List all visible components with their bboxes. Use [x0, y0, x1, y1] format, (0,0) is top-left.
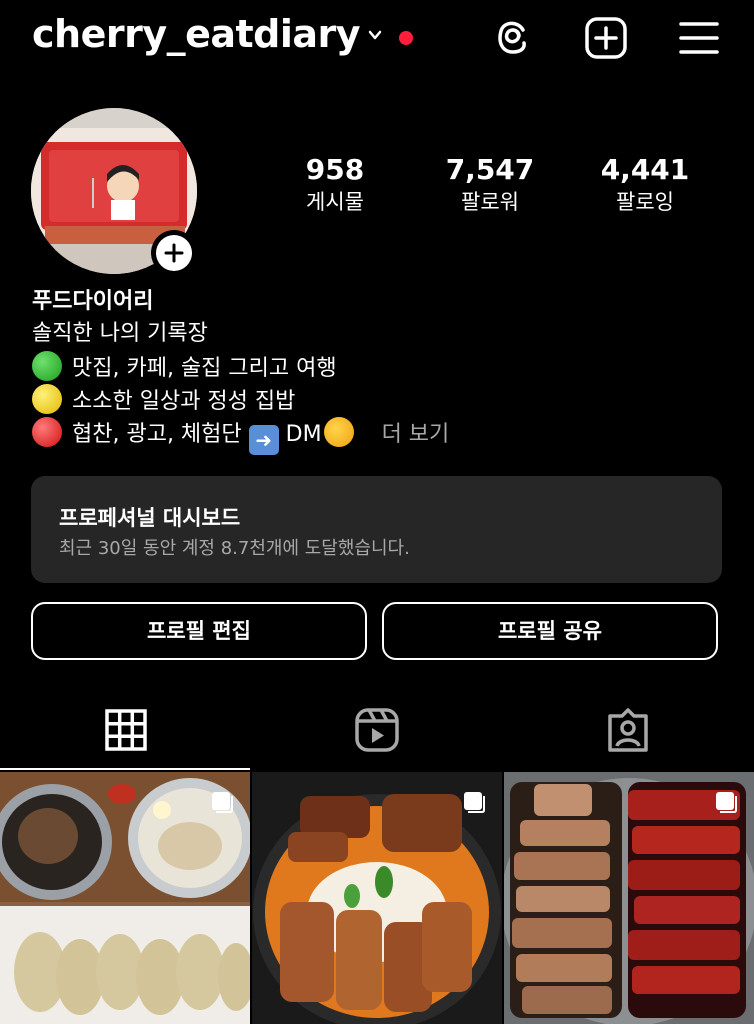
- followers-label: 팔로워: [461, 190, 519, 214]
- menu-icon[interactable]: [677, 16, 721, 60]
- multiple-images-icon: [212, 792, 233, 813]
- add-story-button[interactable]: [151, 230, 197, 276]
- grid-tab-icon[interactable]: [102, 706, 150, 754]
- edit-profile-button[interactable]: 프로필 편집: [31, 602, 367, 660]
- followers-stat[interactable]: 7,547 팔로워: [415, 152, 565, 216]
- right-arrow-icon: ➜: [248, 425, 279, 455]
- bio-dm-text: DM: [285, 422, 322, 447]
- professional-dashboard[interactable]: 프로페셔널 대시보드 최근 30일 동안 계정 8.7천개에 도달했습니다.: [31, 476, 722, 583]
- dashboard-title: 프로페셔널 대시보드: [59, 506, 241, 530]
- bio-line-4: 협찬, 광고, 체험단 ➜ DM 더 보기: [32, 417, 449, 455]
- following-label: 팔로잉: [616, 190, 674, 214]
- notification-dot: [399, 31, 413, 45]
- smiling-face-hearts-icon: [323, 417, 354, 447]
- yellow-circle-icon: [32, 384, 62, 414]
- active-tab-indicator: [0, 768, 250, 770]
- share-profile-button[interactable]: 프로필 공유: [382, 602, 718, 660]
- green-circle-icon: [32, 351, 62, 381]
- post-thumbnail-2[interactable]: [252, 772, 502, 1024]
- plus-icon: [164, 243, 184, 263]
- bio-line-3-text: 소소한 일상과 정성 집밥: [72, 389, 296, 414]
- followers-count: 7,547: [445, 153, 535, 186]
- chevron-down-icon[interactable]: [368, 28, 382, 42]
- multiple-images-icon: [716, 792, 737, 813]
- post-thumbnail-1[interactable]: [0, 772, 250, 1024]
- more-link[interactable]: 더 보기: [382, 422, 450, 447]
- reels-tab-icon[interactable]: [353, 706, 401, 754]
- username[interactable]: cherry_eatdiary: [32, 12, 361, 56]
- profile-name: 푸드다이어리: [32, 289, 154, 314]
- create-post-icon[interactable]: [584, 16, 628, 60]
- following-stat[interactable]: 4,441 팔로잉: [570, 152, 720, 216]
- posts-count: 958: [305, 153, 365, 186]
- bio-line-3: 소소한 일상과 정성 집밥: [32, 384, 295, 418]
- following-count: 4,441: [600, 153, 690, 186]
- multiple-images-icon: [464, 792, 485, 813]
- post-thumbnail-3[interactable]: [504, 772, 754, 1024]
- bio-line-2: 맛집, 카페, 술집 그리고 여행: [32, 351, 337, 385]
- bio-line-1: 솔직한 나의 기록장: [32, 321, 208, 346]
- threads-icon[interactable]: [491, 16, 535, 60]
- tagged-tab-icon[interactable]: [604, 706, 652, 754]
- bio-line-2-text: 맛집, 카페, 술집 그리고 여행: [72, 356, 337, 381]
- red-circle-icon: [32, 417, 62, 447]
- posts-stat[interactable]: 958 게시물: [260, 152, 410, 216]
- posts-label: 게시물: [306, 190, 364, 214]
- bio-line-4-text: 협찬, 광고, 체험단: [72, 422, 242, 447]
- dashboard-subtitle: 최근 30일 동안 계정 8.7천개에 도달했습니다.: [59, 538, 410, 559]
